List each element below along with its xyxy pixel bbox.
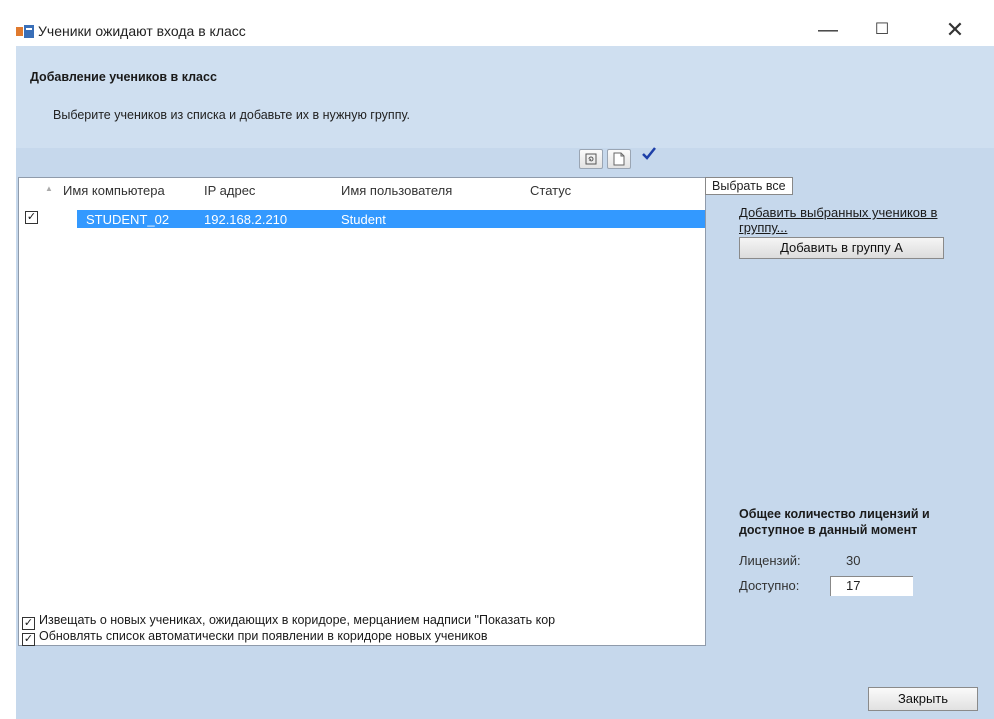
dialog-body: Добавление учеников в класс Выберите уче… (16, 46, 994, 719)
licenses-available-label: Доступно: (739, 578, 800, 593)
refresh-button[interactable] (579, 149, 603, 169)
select-all-button[interactable] (641, 145, 657, 166)
autorefresh-label: Обновлять список автоматически при появл… (39, 629, 488, 643)
app-icon (16, 25, 34, 38)
minimize-button[interactable]: — (808, 18, 848, 42)
title-bar: Ученики ожидают входа в класс — ☐ ✕ (0, 0, 994, 46)
window-title: Ученики ожидают входа в класс (38, 23, 246, 39)
row-selection: STUDENT_02 192.168.2.210 Student (77, 210, 705, 228)
autorefresh-checkbox[interactable]: ✓ (22, 633, 35, 646)
autorefresh-option[interactable]: ✓ Обновлять список автоматически при появ… (22, 629, 488, 646)
checkmark-icon (642, 147, 656, 160)
students-list[interactable]: ▲ Имя компьютера IP адрес Имя пользовате… (18, 177, 706, 646)
add-selected-link[interactable]: Добавить выбранных учеников в группу... (739, 205, 989, 235)
close-window-button[interactable]: ✕ (935, 18, 975, 42)
cell-computer-name: STUDENT_02 (86, 212, 170, 227)
header-area: Добавление учеников в класс Выберите уче… (16, 46, 994, 148)
new-button[interactable] (607, 149, 631, 169)
dialog-heading: Добавление учеников в класс (30, 70, 217, 84)
table-row[interactable]: ✓ STUDENT_02 192.168.2.210 Student (19, 210, 705, 228)
close-button[interactable]: Закрыть (868, 687, 978, 711)
col-user-name[interactable]: Имя пользователя (341, 183, 452, 198)
new-document-icon (613, 152, 625, 166)
refresh-icon (585, 153, 597, 165)
maximize-button[interactable]: ☐ (862, 18, 902, 42)
row-checkbox[interactable]: ✓ (25, 211, 38, 224)
licenses-total-value: 30 (846, 553, 861, 568)
sort-indicator-icon: ▲ (45, 184, 53, 193)
licenses-total-label: Лицензий: (739, 553, 801, 568)
col-ip-address[interactable]: IP адрес (204, 183, 255, 198)
cell-user-name: Student (341, 212, 386, 227)
licenses-title: Общее количество лицензий и доступное в … (739, 507, 930, 537)
add-to-group-a-button[interactable]: Добавить в группу А (739, 237, 944, 259)
cell-ip-address: 192.168.2.210 (204, 212, 288, 227)
col-status[interactable]: Статус (530, 183, 571, 198)
list-header: ▲ Имя компьютера IP адрес Имя пользовате… (19, 178, 705, 202)
dialog-subheading: Выберите учеников из списка и добавьте и… (53, 108, 410, 122)
licenses-available-value: 17 (830, 576, 913, 596)
select-all-tooltip: Выбрать все (705, 177, 793, 195)
notify-label: Извещать о новых учениках, ожидающих в к… (39, 613, 556, 627)
col-computer-name[interactable]: Имя компьютера (63, 183, 165, 198)
notify-option[interactable]: ✓ Извещать о новых учениках, ожидающих в … (22, 613, 556, 630)
footer-bar: Закрыть (16, 674, 994, 719)
